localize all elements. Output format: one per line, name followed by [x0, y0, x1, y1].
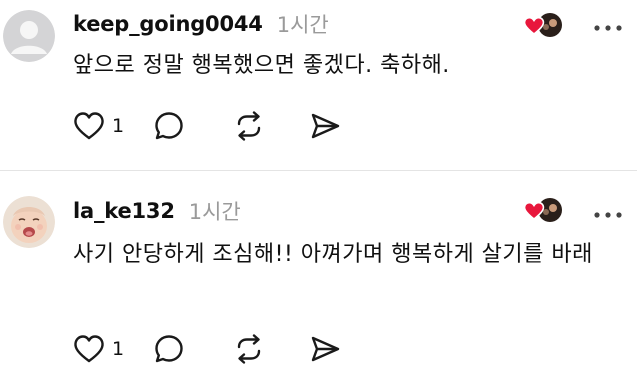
reply-button[interactable]	[153, 109, 233, 143]
baby-photo-avatar-icon	[3, 196, 55, 248]
repost-icon	[237, 334, 261, 364]
speech-bubble-icon	[155, 335, 183, 363]
comment-text: 앞으로 정말 행복했으면 좋겠다. 축하해.	[73, 53, 450, 78]
reply-button[interactable]	[153, 332, 233, 366]
timestamp: 1시간	[276, 13, 329, 37]
comment-item: keep_going0044 1시간 앞으로 정말 행복했으면 좋겠다. 축하해…	[0, 0, 637, 170]
like-count: 1	[112, 338, 125, 360]
like-button[interactable]: 1	[73, 109, 153, 143]
speech-bubble-icon	[155, 112, 183, 140]
user-avatar[interactable]	[3, 196, 55, 248]
repost-button[interactable]	[233, 332, 309, 366]
user-avatar[interactable]	[3, 10, 55, 62]
like-count: 1	[112, 115, 125, 137]
send-icon	[311, 336, 340, 362]
timestamp: 1시간	[188, 200, 241, 224]
comment-text: 사기 안당하게 조심해!! 아껴가며 행복하게 살기를 바래	[73, 242, 593, 267]
heart-outline-icon	[74, 335, 104, 363]
send-icon	[311, 113, 340, 139]
repost-button[interactable]	[233, 109, 309, 143]
default-avatar-icon	[3, 10, 55, 62]
action-bar: 1	[73, 332, 341, 366]
share-button[interactable]	[309, 332, 341, 366]
heart-outline-icon	[74, 112, 104, 140]
username[interactable]: keep_going0044	[73, 12, 263, 36]
comment-header: la_ke132 1시간	[73, 194, 241, 228]
action-bar: 1	[73, 109, 341, 143]
author-liked-badge	[522, 197, 564, 223]
comment-header: keep_going0044 1시간	[73, 7, 329, 41]
more-options-icon[interactable]	[593, 206, 623, 218]
author-liked-badge	[522, 12, 564, 38]
repost-icon	[237, 111, 261, 141]
more-options-icon[interactable]	[593, 19, 623, 31]
comment-item: la_ke132 1시간 사기 안당하게 조심해!! 아껴가며 행복하게 살기를…	[0, 171, 637, 380]
username[interactable]: la_ke132	[73, 199, 175, 223]
like-button[interactable]: 1	[73, 332, 153, 366]
share-button[interactable]	[309, 109, 341, 143]
